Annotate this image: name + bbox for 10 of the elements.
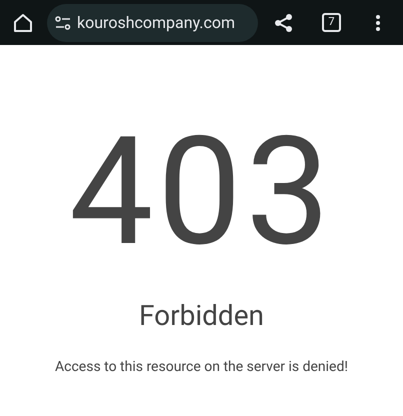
more-icon[interactable]	[375, 14, 381, 32]
error-code: 403	[69, 117, 334, 267]
error-title: Forbidden	[138, 298, 264, 334]
url-text: kouroshcompany.com	[77, 12, 236, 34]
home-icon[interactable]	[13, 12, 33, 32]
tune-icon	[55, 16, 71, 30]
share-icon[interactable]	[274, 12, 294, 32]
address-bar[interactable]: kouroshcompany.com	[47, 4, 258, 42]
tab-count-button[interactable]: 7	[322, 13, 341, 32]
error-message: Access to this resource on the server is denied!	[55, 358, 348, 377]
